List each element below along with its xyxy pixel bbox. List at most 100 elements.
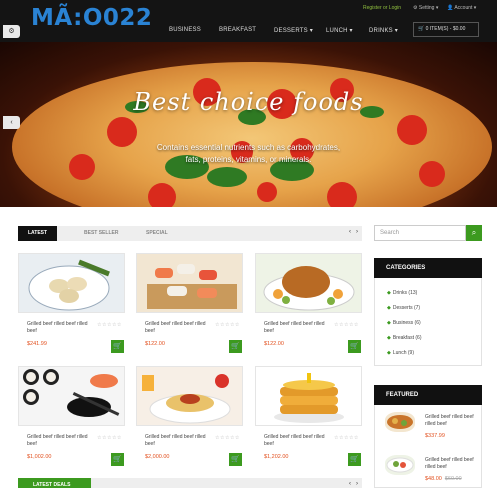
add-to-cart-button[interactable]: 🛒 (229, 340, 242, 353)
featured-name[interactable]: Grilled beef rilled beef rilled beef (425, 457, 475, 471)
rating-stars: ☆☆☆☆☆ (97, 322, 122, 328)
product-name[interactable]: Grilled beef rilled beef rilled beef (145, 434, 215, 448)
tab-special[interactable]: SPECIAL (146, 226, 168, 241)
category-label: Desserts (7) (392, 305, 421, 311)
sushi-rolls-icon (19, 367, 124, 425)
nav-business[interactable]: BUSINESS (169, 27, 201, 33)
nav-drinks[interactable]: DRINKS ▾ (369, 27, 398, 34)
featured-name[interactable]: Grilled beef rilled beef rilled beef (425, 414, 475, 428)
product-image[interactable] (136, 253, 243, 313)
roast-chicken-icon (263, 266, 355, 311)
add-to-cart-button[interactable]: 🛒 (111, 340, 124, 353)
product-image[interactable] (136, 366, 243, 426)
cart-icon: 🛒 (418, 26, 425, 32)
logo-code-watermark: MÃ:O022 (31, 5, 153, 31)
product-tabs: LATEST BEST SELLER SPECIAL ‹ › (18, 226, 362, 241)
bullet-icon: ◆ (387, 290, 391, 296)
featured-old-price: $60.00 (444, 476, 462, 482)
nav-lunch[interactable]: LUNCH ▾ (326, 27, 353, 34)
hero-subtitle-line2: fats, proteins, vitamins, or minerals. (185, 155, 312, 164)
product-name[interactable]: Grilled beef rilled beef rilled beef (264, 434, 334, 448)
gear-icon[interactable]: ⚙ (3, 25, 20, 38)
product-image[interactable] (18, 366, 125, 426)
search-input[interactable]: Search (374, 225, 466, 241)
pancakes-icon (274, 373, 344, 423)
featured-image[interactable] (385, 412, 415, 432)
bullet-icon: ◆ (387, 320, 391, 326)
chevron-down-icon: ▾ (309, 28, 313, 34)
rating-stars: ☆☆☆☆☆ (97, 435, 122, 441)
category-label: Business (6) (392, 320, 421, 326)
product-image[interactable] (18, 253, 125, 313)
setting-label: Setting (418, 5, 435, 11)
register-login-link[interactable]: Register or Login (363, 5, 401, 11)
deals-carousel-arrows: ‹ › (349, 481, 358, 487)
add-to-cart-button[interactable]: 🛒 (348, 340, 361, 353)
cart-button[interactable]: 🛒 0 ITEM(S) - $0.00 (413, 22, 479, 37)
bullet-icon: ◆ (387, 335, 391, 341)
rating-stars: ☆☆☆☆☆ (215, 435, 240, 441)
chevron-right-icon[interactable]: › (356, 481, 358, 487)
tab-best-seller[interactable]: BEST SELLER (84, 226, 118, 241)
bullet-icon: ◆ (387, 305, 391, 311)
account-label: Account (454, 5, 473, 11)
setting-link[interactable]: ⚙ Setting ▾ (413, 5, 438, 11)
spaghetti-icon (142, 374, 231, 424)
site-header: MÃ:O022 Register or Login ⚙ Setting ▾ 👤 … (0, 0, 497, 42)
product-price: $1,202.00 (264, 454, 289, 460)
featured-price-group: $48.00 $60.00 (425, 476, 462, 482)
product-name[interactable]: Grilled beef rilled beef rilled beef (145, 321, 215, 335)
dumplings-plate-icon (28, 259, 110, 311)
product-price: $241.99 (27, 341, 47, 347)
category-item-lunch[interactable]: ◆ Lunch (9) (387, 350, 414, 356)
rating-stars: ☆☆☆☆☆ (334, 322, 359, 328)
account-link[interactable]: 👤 Account ▾ (447, 5, 476, 11)
pizza-toppings (69, 78, 445, 207)
cart-icon: 🛒 (231, 343, 240, 350)
category-item-breakfast[interactable]: ◆ Breakfast (6) (387, 335, 421, 341)
category-item-desserts[interactable]: ◆ Desserts (7) (387, 305, 420, 311)
category-label: Lunch (9) (392, 350, 414, 356)
product-price: $122.00 (264, 341, 284, 347)
salad-plate-icon (386, 457, 414, 473)
featured-image[interactable] (385, 455, 415, 475)
featured-price: $337.99 (425, 433, 445, 439)
nav-drinks-label: DRINKS (369, 28, 393, 34)
cart-icon: 🛒 (350, 343, 359, 350)
chevron-left-icon[interactable]: ‹ (349, 481, 351, 487)
cart-summary: 0 ITEM(S) - $0.00 (425, 26, 466, 32)
chevron-left-icon[interactable]: ‹ (3, 116, 20, 129)
product-price: $122.00 (145, 341, 165, 347)
cart-icon: 🛒 (113, 343, 122, 350)
rating-stars: ☆☆☆☆☆ (215, 322, 240, 328)
chevron-right-icon[interactable]: › (356, 229, 358, 235)
add-to-cart-button[interactable]: 🛒 (348, 453, 361, 466)
hero-banner: Best choice foods Contains essential nut… (0, 42, 497, 207)
category-item-drinks[interactable]: ◆ Drinks (13) (387, 290, 417, 296)
food-plate-icon (387, 415, 413, 429)
category-item-business[interactable]: ◆ Business (6) (387, 320, 421, 326)
featured-title: FEATURED (374, 385, 482, 405)
search-button[interactable]: ⌕ (466, 225, 482, 241)
pizza-image (12, 62, 492, 207)
product-name[interactable]: Grilled beef rilled beef rilled beef (27, 321, 97, 335)
category-label: Breakfast (6) (392, 335, 422, 341)
latest-deals-bar: LATEST DEALS ‹ › (18, 478, 362, 488)
add-to-cart-button[interactable]: 🛒 (229, 453, 242, 466)
product-image[interactable] (255, 366, 362, 426)
tab-latest[interactable]: LATEST (18, 226, 58, 241)
nav-desserts-label: DESSERTS (274, 28, 308, 34)
nav-desserts[interactable]: DESSERTS ▾ (274, 27, 313, 34)
chevron-left-icon[interactable]: ‹ (349, 229, 351, 235)
product-name[interactable]: Grilled beef rilled beef rilled beef (27, 434, 97, 448)
chevron-down-icon: ▾ (349, 28, 353, 34)
nav-lunch-label: LUNCH (326, 28, 348, 34)
product-name[interactable]: Grilled beef rilled beef rilled beef (264, 321, 334, 335)
nav-breakfast[interactable]: BREAKFAST (219, 27, 256, 33)
add-to-cart-button[interactable]: 🛒 (111, 453, 124, 466)
latest-deals-title[interactable]: LATEST DEALS (18, 478, 91, 488)
chevron-down-icon: ▾ (394, 28, 398, 34)
product-price: $2,000.00 (145, 454, 170, 460)
cart-icon: 🛒 (113, 456, 122, 463)
product-image[interactable] (255, 253, 362, 313)
